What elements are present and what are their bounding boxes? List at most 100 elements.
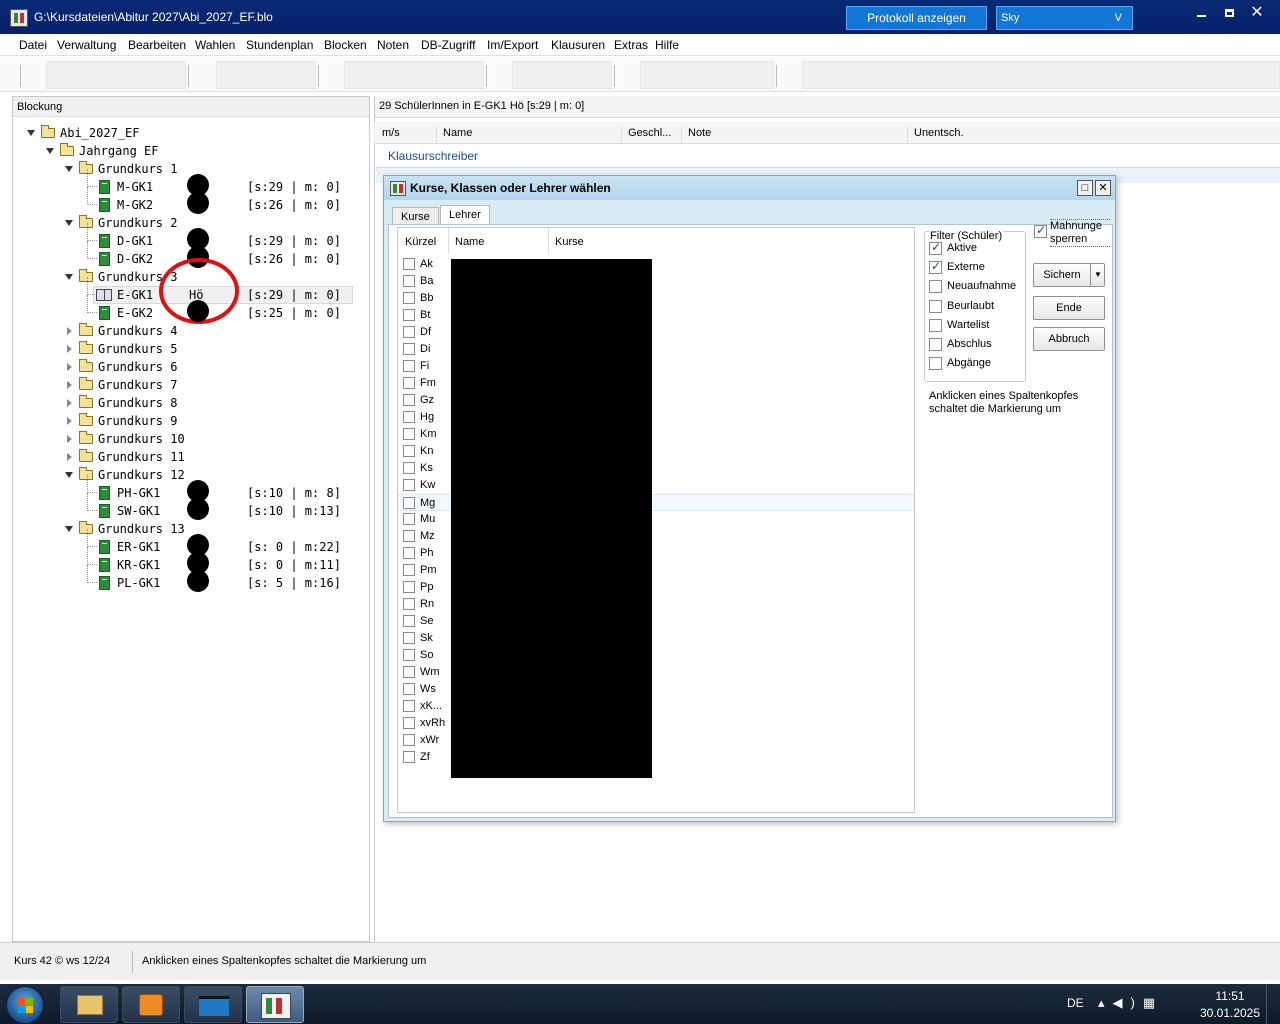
close-button[interactable]: ✕ [1244,4,1270,22]
abbruch-button[interactable]: Abbruch [1033,327,1105,351]
maximize-button[interactable] [1216,4,1242,22]
filter-item-abg-nge[interactable]: Abgänge [929,357,1025,372]
chevron-down-icon[interactable]: V [1115,7,1122,29]
skin-select[interactable]: Sky V [996,6,1133,30]
checkbox[interactable] [403,462,415,474]
toolbar-grip[interactable] [318,65,322,87]
menu-item-datei[interactable]: Datei [19,38,47,52]
expander-open-icon[interactable] [65,166,73,172]
check-icon[interactable] [1034,223,1047,238]
menu-item-noten[interactable]: Noten [377,38,409,52]
checkbox[interactable] [403,360,415,372]
menu-item-bearbeiten[interactable]: Bearbeiten [128,38,186,52]
checkbox[interactable] [929,318,942,332]
column-header-name[interactable]: Name [436,127,621,143]
language-indicator[interactable]: DE [1067,996,1084,1010]
chevron-up-icon[interactable]: ▴ [1098,995,1113,1010]
checkbox[interactable] [403,309,415,321]
checkbox[interactable] [929,357,942,371]
taskbar-terminal-button[interactable] [184,986,242,1023]
checkbox[interactable] [403,326,415,338]
clock-time[interactable]: 11:51 [1200,989,1260,1003]
tree-group[interactable]: Grundkurs 6 [13,358,369,376]
checkbox[interactable] [403,258,415,270]
menu-item-verwaltung[interactable]: Verwaltung [57,38,116,52]
chevron-down-icon[interactable]: ▼ [1090,264,1105,286]
checkbox[interactable] [403,615,415,627]
tree-group[interactable]: Grundkurs 4 [13,322,369,340]
filter-item-externe[interactable]: Externe [929,259,1025,276]
toolbar-grip[interactable] [486,65,490,87]
network-icon[interactable]: ▦ [1143,995,1163,1010]
clock-date[interactable]: 30.01.2025 [1196,1006,1264,1020]
checkbox[interactable] [929,299,942,313]
menu-item-klausuren[interactable]: Klausuren [551,38,605,52]
column-header-note[interactable]: Note [681,127,907,143]
checkbox[interactable] [403,411,415,423]
checkbox[interactable] [403,700,415,712]
menu-item-extras[interactable]: Extras [614,38,648,52]
checkbox[interactable] [403,564,415,576]
expander-closed-icon[interactable] [67,345,72,353]
expander-open-icon[interactable] [27,130,35,136]
checkbox[interactable] [403,513,415,525]
menu-item-hilfe[interactable]: Hilfe [655,38,679,52]
minimize-button[interactable] [1188,4,1214,22]
column-header-m-s[interactable]: m/s [376,127,436,143]
expander-closed-icon[interactable] [67,381,72,389]
column-header-name[interactable]: Name [448,228,548,254]
toolbar-grip[interactable] [20,65,24,87]
show-desktop-button[interactable] [1266,984,1280,1024]
column-header-unentsch[interactable]: Unentsch. [907,127,1107,143]
expander-closed-icon[interactable] [67,363,72,371]
toolbar-segment[interactable] [512,61,612,89]
tree-group[interactable]: Grundkurs 7 [13,376,369,394]
menu-item-stundenplan[interactable]: Stundenplan [246,38,313,52]
column-header-geschl[interactable]: Geschl... [621,127,681,143]
checkbox[interactable] [403,632,415,644]
expander-open-icon[interactable] [46,148,54,154]
checkbox[interactable] [929,280,942,294]
menu-item-wahlen[interactable]: Wahlen [195,38,235,52]
protokoll-button[interactable]: Protokoll anzeigen [846,6,987,30]
checkbox[interactable] [403,547,415,559]
tree-group[interactable]: Grundkurs 11 [13,448,369,466]
taskbar-explorer-button[interactable] [60,986,118,1023]
tree-course[interactable]: E-GK2 [s:25 | m: 0] [13,295,369,322]
toolbar-segment[interactable] [46,61,186,89]
checkbox[interactable] [403,343,415,355]
checkbox[interactable] [403,751,415,763]
toolbar-segment[interactable] [344,61,484,89]
tree-root[interactable]: Abi_2027_EF [13,124,369,142]
expander-open-icon[interactable] [65,526,73,532]
checkbox[interactable] [403,275,415,287]
filter-item-neuaufnahme[interactable]: Neuaufnahme [929,280,1025,295]
expander-open-icon[interactable] [65,220,73,226]
filter-item-beurlaubt[interactable]: Beurlaubt [929,299,1025,315]
toolbar-grip[interactable] [614,65,618,87]
tree-group[interactable]: Grundkurs 9 [13,412,369,430]
ende-button[interactable]: Ende [1033,296,1105,320]
menu-item-blocken[interactable]: Blocken [324,38,367,52]
checkbox[interactable] [403,683,415,695]
taskbar-media-button[interactable] [122,986,180,1023]
expander-open-icon[interactable] [65,274,73,280]
dialog-close-button[interactable]: ✕ [1095,180,1111,196]
tree-group[interactable]: Grundkurs 8 [13,394,369,412]
checkbox[interactable] [403,598,415,610]
tree-group[interactable]: Grundkurs 10 [13,430,369,448]
mahnung-checkbox[interactable]: Mahnunge sperren [1034,219,1110,249]
checkbox[interactable] [403,445,415,457]
checkbox[interactable] [403,530,415,542]
tree-course[interactable]: SW-GK1 [s:10 | m:13] [13,493,369,520]
filter-item-aktive[interactable]: Aktive [929,240,1025,257]
checkbox[interactable] [403,734,415,746]
checkbox[interactable] [403,497,415,509]
expander-closed-icon[interactable] [67,327,72,335]
toolbar-segment[interactable] [216,61,316,89]
toolbar-segment[interactable] [640,61,774,89]
checkbox[interactable] [929,338,942,351]
dialog-maximize-button[interactable]: □ [1077,180,1093,196]
checkbox[interactable] [403,377,415,389]
speaker-icon[interactable]: ◀) [1113,995,1143,1010]
